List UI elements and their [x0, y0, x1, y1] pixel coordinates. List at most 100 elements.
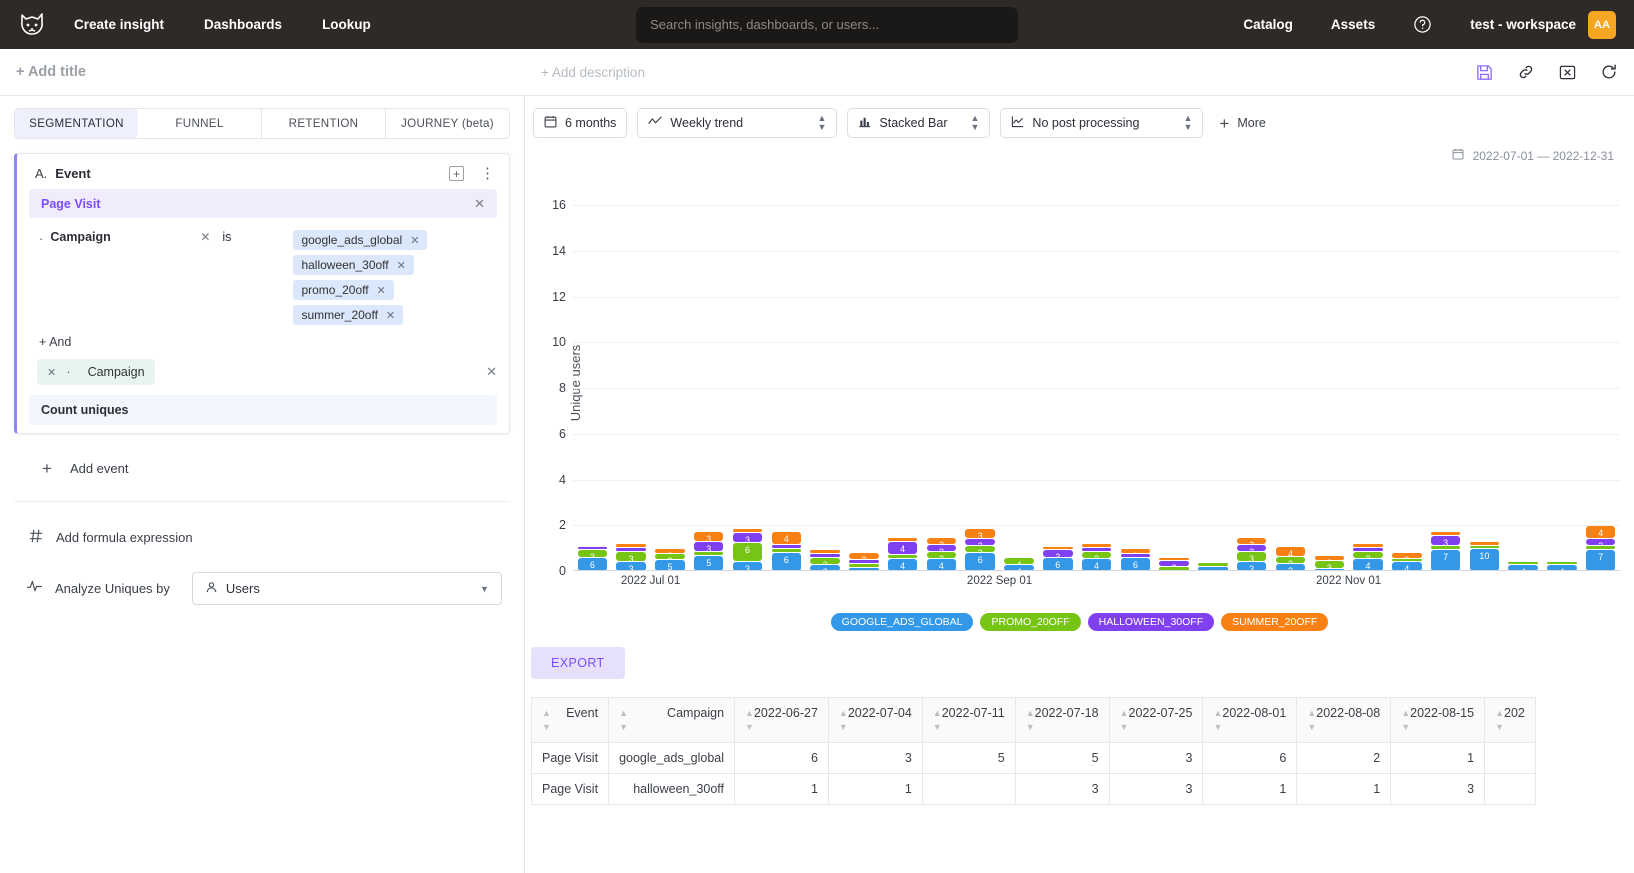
sort-icon[interactable]: ▲▼ — [933, 706, 942, 734]
bar-column[interactable]: 2211 — [806, 171, 845, 571]
bar-column[interactable]: 4211 — [1077, 171, 1116, 571]
bar-segment[interactable]: 1 — [1043, 547, 1072, 549]
bar-segment[interactable]: 1 — [888, 555, 917, 558]
bar-segment[interactable]: 3 — [1315, 561, 1344, 568]
sort-icon[interactable]: ▲▼ — [745, 706, 754, 734]
bar-column[interactable]: 6114 — [767, 171, 806, 571]
bar-segment[interactable]: 2 — [1392, 553, 1421, 557]
bar-column[interactable]: 3631 — [728, 171, 767, 571]
filter-property-name[interactable]: Campaign — [50, 230, 200, 325]
filter-operator[interactable]: is — [222, 230, 231, 325]
filter-chip[interactable]: promo_20off ✕ — [293, 280, 393, 300]
bar-segment[interactable]: 1 — [1470, 546, 1499, 548]
nav-dashboards[interactable]: Dashboards — [204, 17, 282, 32]
bar-column[interactable]: 612 — [1116, 171, 1155, 571]
count-uniques-row[interactable]: Count uniques — [29, 395, 497, 425]
sort-icon[interactable]: ▲▼ — [542, 706, 551, 734]
bar-segment[interactable]: 4 — [1004, 558, 1033, 564]
bar-segment[interactable]: 1 — [1431, 546, 1460, 549]
add-filter-icon[interactable]: + — [449, 166, 464, 181]
bar-column[interactable]: 41 — [1504, 171, 1543, 571]
bar-column[interactable]: 41 — [1543, 171, 1582, 571]
nav-lookup[interactable]: Lookup — [322, 17, 371, 32]
breakdown-chip[interactable]: ✕ · Campaign — [37, 359, 155, 385]
bar-column[interactable]: 44 — [1000, 171, 1039, 571]
bar-segment[interactable]: 1 — [772, 545, 801, 548]
add-description-button[interactable]: + Add description — [541, 65, 645, 80]
bar-column[interactable]: 1011 — [1465, 171, 1504, 571]
bar-segment[interactable]: 1 — [1353, 548, 1382, 551]
sort-icon[interactable]: ▲▼ — [1120, 706, 1129, 734]
workspace-name[interactable]: test - workspace — [1470, 17, 1576, 32]
bar-segment[interactable]: 2 — [1315, 556, 1344, 560]
cat-logo-icon[interactable] — [18, 10, 48, 40]
bar-segment[interactable]: 4 — [1586, 526, 1615, 538]
bar-column[interactable]: 631 — [573, 171, 612, 571]
sort-icon[interactable]: ▲▼ — [1026, 706, 1035, 734]
sort-icon[interactable]: ▲▼ — [1401, 706, 1410, 734]
bar-segment[interactable]: 6 — [733, 543, 762, 561]
help-circle-icon[interactable] — [1413, 15, 1432, 34]
link-icon[interactable] — [1517, 63, 1535, 81]
remove-chip-icon[interactable]: ✕ — [397, 259, 406, 272]
legend-item[interactable]: GOOGLE_ADS_GLOBAL — [831, 613, 974, 631]
bar-segment[interactable]: 3 — [965, 529, 994, 538]
bar-segment[interactable]: 2 — [927, 552, 956, 558]
bar-column[interactable]: 334 — [1271, 171, 1310, 571]
bar-column[interactable]: 3322 — [1232, 171, 1271, 571]
search-box[interactable] — [636, 7, 1018, 43]
add-and-condition-button[interactable]: + And — [17, 325, 509, 349]
search-input[interactable] — [650, 17, 1004, 32]
bar-segment[interactable]: 5 — [694, 556, 723, 571]
bar-column[interactable]: 6223 — [961, 171, 1000, 571]
bar-column[interactable]: 132 — [1310, 171, 1349, 571]
remove-filter-icon[interactable]: ✕ — [200, 230, 210, 325]
table-header-cell[interactable]: ▲▼2022-07-25 — [1109, 698, 1203, 743]
bar-segment[interactable]: 3 — [694, 542, 723, 551]
bar-segment[interactable]: 1 — [733, 529, 762, 532]
table-header-cell[interactable]: ▲▼202 — [1485, 698, 1536, 743]
bar-segment[interactable]: 1 — [1082, 544, 1111, 547]
nav-catalog[interactable]: Catalog — [1243, 17, 1293, 32]
bar-segment[interactable]: 1 — [1082, 548, 1111, 551]
bar-segment[interactable]: 6 — [965, 553, 994, 571]
bar-segment[interactable]: 1 — [810, 550, 839, 553]
bar-segment[interactable]: 2 — [849, 553, 878, 559]
close-box-icon[interactable] — [1559, 64, 1576, 81]
avatar[interactable]: AA — [1588, 11, 1616, 39]
bar-segment[interactable]: 2 — [927, 545, 956, 551]
bar-segment[interactable]: 1 — [694, 552, 723, 555]
bar-segment[interactable]: 6 — [1043, 558, 1072, 571]
analyze-uniques-select[interactable]: Users ▼ — [192, 572, 502, 605]
selected-event-row[interactable]: Page Visit ✕ — [29, 189, 497, 218]
export-button[interactable]: EXPORT — [531, 647, 625, 679]
table-header-cell[interactable]: ▲▼2022-06-27 — [735, 698, 829, 743]
bar-column[interactable]: 4141 — [883, 171, 922, 571]
bar-segment[interactable]: 2 — [1237, 545, 1266, 551]
bar-segment[interactable]: 2 — [1237, 538, 1266, 544]
bar-segment[interactable]: 2 — [1159, 561, 1188, 565]
bar-segment[interactable]: 1 — [578, 547, 607, 549]
table-header-cell[interactable]: ▲▼2022-08-01 — [1203, 698, 1297, 743]
bar-segment[interactable]: 2 — [965, 539, 994, 545]
bar-column[interactable]: 1112 — [844, 171, 883, 571]
nav-create-insight[interactable]: Create insight — [74, 17, 164, 32]
remove-chip-icon[interactable]: ✕ — [377, 284, 386, 297]
bar-segment[interactable]: 1 — [1508, 562, 1537, 564]
bar-column[interactable]: 7131 — [1426, 171, 1465, 571]
sort-icon[interactable]: ▲▼ — [1495, 706, 1504, 734]
sort-icon[interactable]: ▲▼ — [619, 706, 628, 734]
bar-column[interactable]: 412 — [1387, 171, 1426, 571]
bar-segment[interactable]: 3 — [694, 532, 723, 541]
bar-segment[interactable]: 1 — [772, 549, 801, 552]
bar-segment[interactable]: 2 — [1121, 549, 1150, 553]
bar-segment[interactable]: 7 — [1586, 550, 1615, 571]
table-header-cell[interactable]: ▲▼2022-07-04 — [828, 698, 922, 743]
bar-segment[interactable]: 1 — [888, 538, 917, 541]
tab-journey[interactable]: JOURNEY (beta) — [386, 109, 509, 138]
sort-icon[interactable]: ▲▼ — [839, 706, 848, 734]
bar-segment[interactable]: 1 — [849, 564, 878, 567]
bar-segment[interactable]: 3 — [1043, 550, 1072, 557]
more-options-button[interactable]: + More — [1219, 115, 1265, 132]
remove-event-icon[interactable]: ✕ — [474, 196, 485, 212]
